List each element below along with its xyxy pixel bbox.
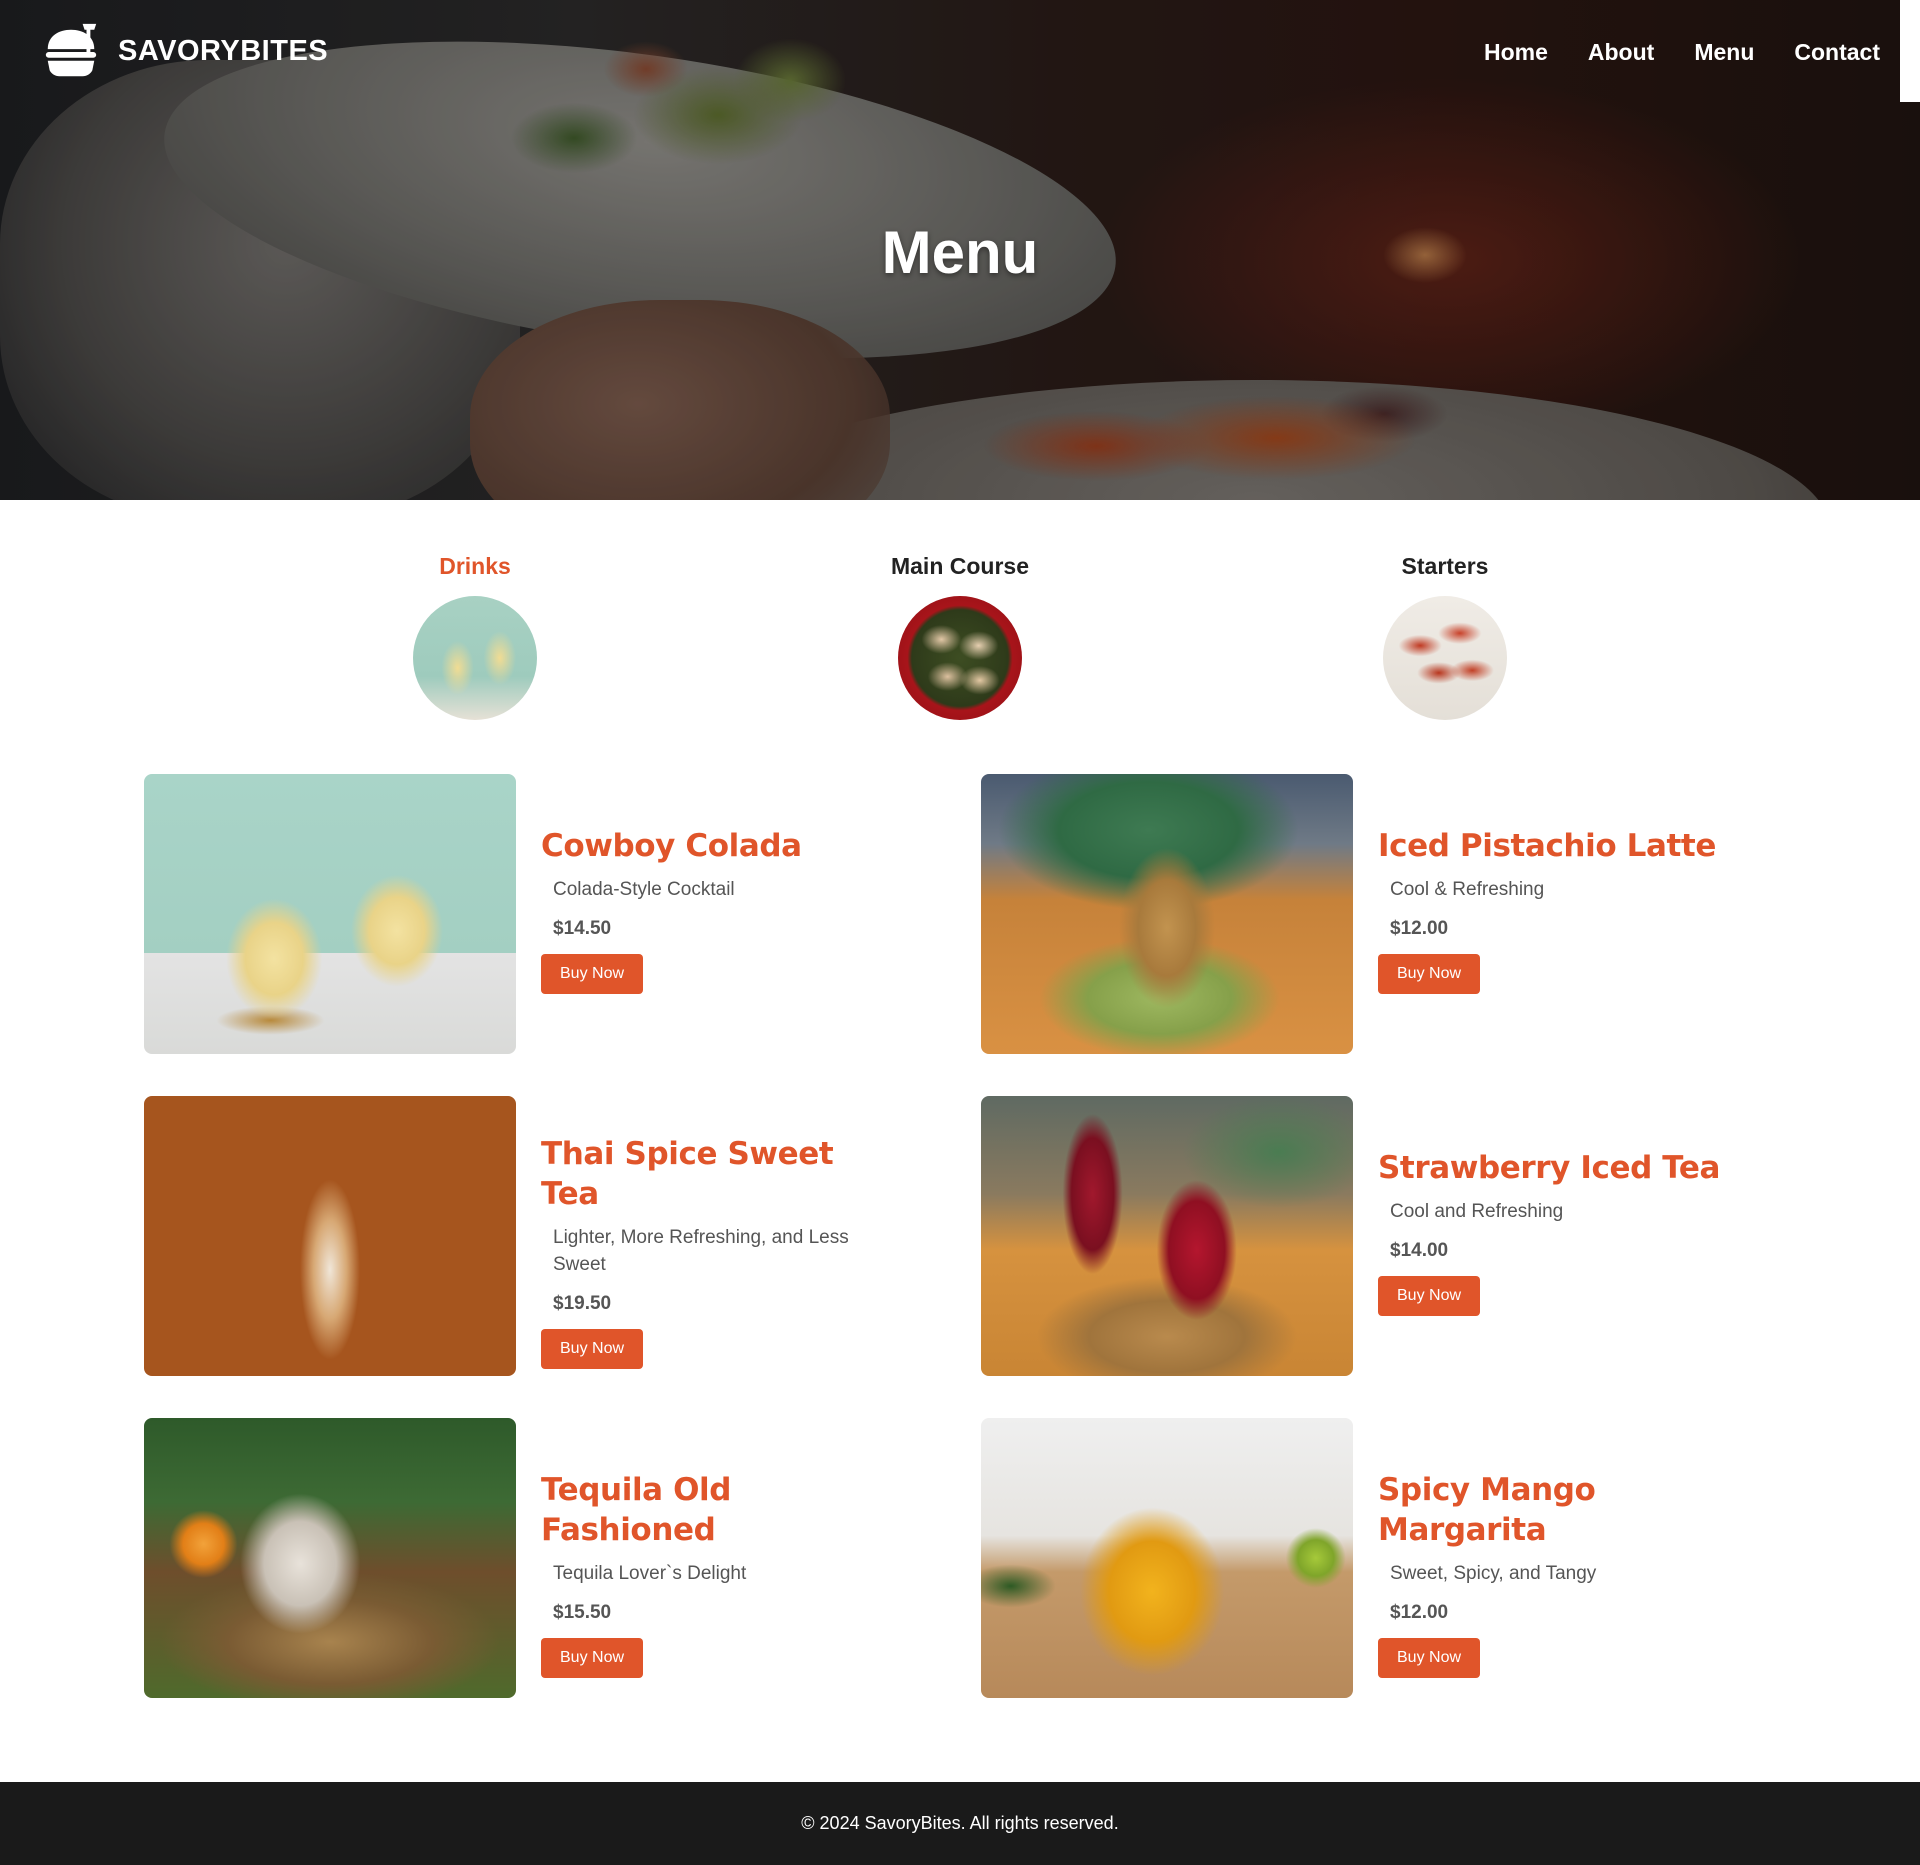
tequila-old-fashioned-photo	[144, 1418, 516, 1698]
starters-thumbnail[interactable]	[1383, 596, 1507, 720]
item-price: $19.50	[553, 1293, 612, 1314]
nav-contact[interactable]: Contact	[1794, 36, 1880, 68]
copyright-text: © 2024 SavoryBites. All rights reserved.	[801, 1813, 1119, 1833]
item-name: Tequila Old Fashioned	[541, 1472, 732, 1548]
item-price: $12.00	[1390, 918, 1449, 939]
item-description: Lighter, More Refreshing, and Less Sweet	[553, 1227, 849, 1275]
nav-about[interactable]: About	[1588, 36, 1654, 68]
tab-main-course[interactable]: Main Course	[840, 548, 1080, 720]
item-price: $14.50	[553, 918, 612, 939]
buy-now-button[interactable]: Buy Now	[541, 1329, 644, 1369]
item-description: Colada-Style Cocktail	[553, 879, 735, 900]
buy-now-button[interactable]: Buy Now	[1378, 1276, 1481, 1316]
tab-drinks-label: Drinks	[439, 553, 511, 579]
item-name: Iced Pistachio Latte	[1378, 828, 1716, 864]
buy-now-button[interactable]: Buy Now	[1378, 954, 1481, 994]
item-name: Spicy Mango Margarita	[1378, 1472, 1596, 1548]
item-name: Strawberry Iced Tea	[1378, 1150, 1721, 1186]
menu-card: Cowboy Colada Colada-Style Cocktail $14.…	[144, 774, 904, 1054]
item-price: $15.50	[553, 1602, 612, 1623]
item-price: $14.00	[1390, 1240, 1449, 1261]
drinks-thumbnail[interactable]	[413, 596, 537, 720]
tab-starters[interactable]: Starters	[1325, 548, 1565, 720]
iced-pistachio-latte-photo	[981, 774, 1353, 1054]
scrollbar[interactable]	[1900, 0, 1920, 102]
spicy-mango-margarita-photo	[981, 1418, 1353, 1698]
buy-now-button[interactable]: Buy Now	[541, 954, 644, 994]
item-name: Thai Spice Sweet Tea	[541, 1136, 834, 1212]
thai-spice-sweet-tea-photo	[144, 1096, 516, 1376]
brand-name: SAVORYBITES	[118, 34, 329, 67]
menu-card: Spicy Mango Margarita Sweet, Spicy, and …	[981, 1418, 1741, 1698]
item-description: Cool and Refreshing	[1390, 1201, 1564, 1222]
tab-starters-label: Starters	[1401, 553, 1489, 579]
item-price: $12.00	[1390, 1602, 1449, 1623]
buy-now-button[interactable]: Buy Now	[541, 1638, 644, 1678]
site-footer: © 2024 SavoryBites. All rights reserved.	[0, 1782, 1920, 1865]
buy-now-button[interactable]: Buy Now	[1378, 1638, 1481, 1678]
burger-dome-icon	[45, 23, 97, 77]
menu-card: Tequila Old Fashioned Tequila Lover`s De…	[144, 1418, 904, 1698]
page-title: Menu	[881, 219, 1039, 286]
tab-main-course-label: Main Course	[890, 553, 1030, 579]
cowboy-colada-photo	[144, 774, 516, 1054]
nav-menu[interactable]: Menu	[1694, 36, 1754, 68]
category-tabs: Drinks Main Course Starters	[0, 548, 1920, 748]
nav-home[interactable]: Home	[1484, 36, 1548, 68]
strawberry-iced-tea-photo	[981, 1096, 1353, 1376]
menu-card: Iced Pistachio Latte Cool & Refreshing $…	[981, 774, 1741, 1054]
item-description: Cool & Refreshing	[1390, 879, 1545, 900]
menu-card: Strawberry Iced Tea Cool and Refreshing …	[981, 1096, 1741, 1376]
item-description: Tequila Lover`s Delight	[553, 1563, 747, 1584]
menu-card: Thai Spice Sweet Tea Lighter, More Refre…	[144, 1096, 904, 1376]
tab-drinks[interactable]: Drinks	[355, 548, 595, 720]
item-name: Cowboy Colada	[541, 828, 802, 864]
brand-logo[interactable]: SAVORYBITES	[40, 20, 328, 82]
item-description: Sweet, Spicy, and Tangy	[1390, 1563, 1597, 1584]
main-course-thumbnail[interactable]	[898, 596, 1022, 720]
main-nav: Home About Menu Contact	[1484, 36, 1880, 68]
